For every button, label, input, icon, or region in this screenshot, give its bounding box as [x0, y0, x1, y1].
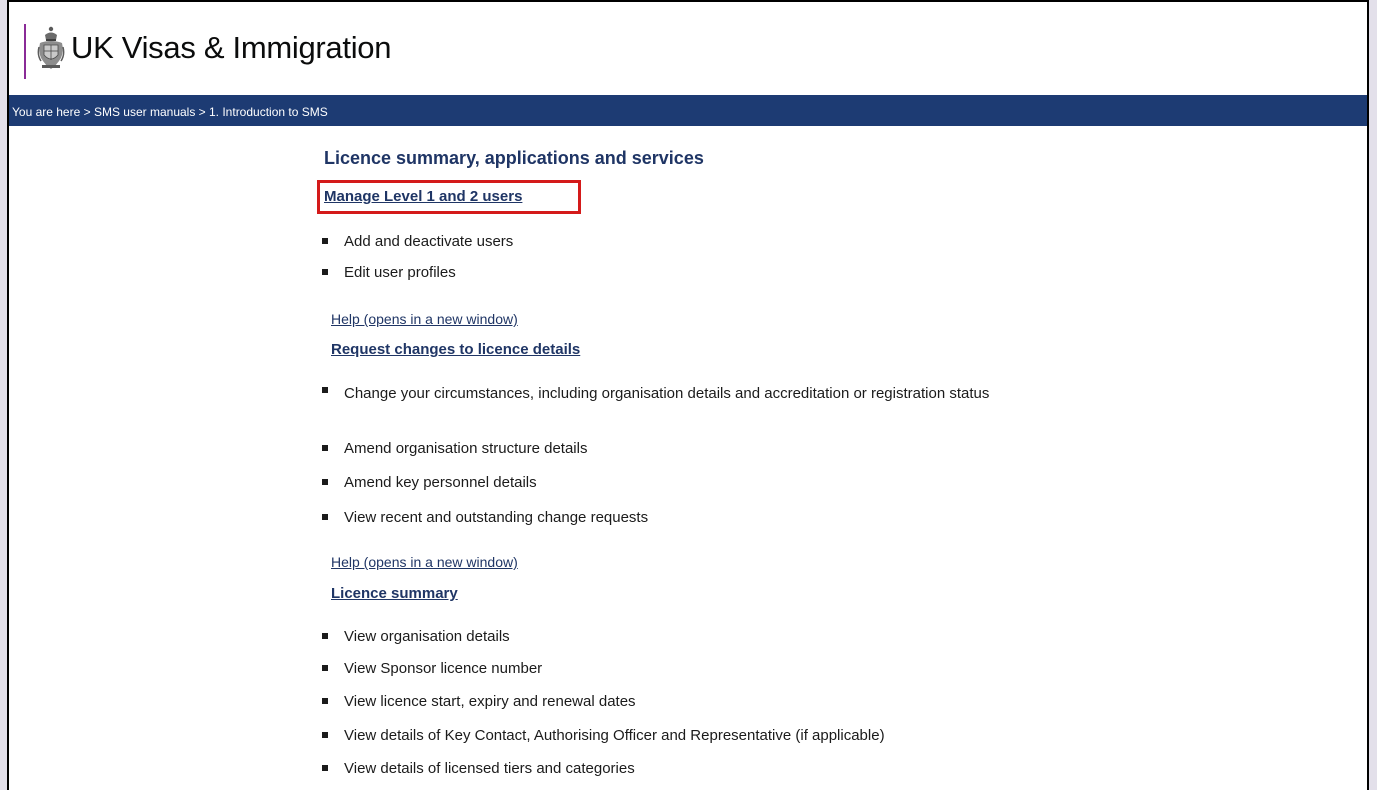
brand-bar	[24, 24, 26, 79]
request-changes-link[interactable]: Request changes to licence details	[331, 341, 580, 358]
bullet-icon	[322, 732, 328, 738]
site-header: UK Visas & Immigration	[9, 2, 1367, 94]
bullet-icon	[322, 514, 328, 520]
licence-summary-link[interactable]: Licence summary	[331, 585, 458, 602]
manage-users-link[interactable]: Manage Level 1 and 2 users	[324, 188, 522, 205]
bullet-icon	[322, 765, 328, 771]
bullet-icon	[322, 238, 328, 244]
help-link-manage-users[interactable]: Help (opens in a new window)	[331, 311, 518, 327]
help-link-request-changes[interactable]: Help (opens in a new window)	[331, 554, 518, 570]
site-title: UK Visas & Immigration	[71, 30, 392, 65]
page-title: Licence summary, applications and servic…	[324, 148, 704, 168]
bullet-icon	[322, 633, 328, 639]
royal-crest-icon	[37, 26, 65, 69]
bullet-icon	[322, 698, 328, 704]
bullet-icon	[322, 665, 328, 671]
bullet-icon	[322, 479, 328, 485]
bullet-icon	[322, 269, 328, 275]
breadcrumb: You are here > SMS user manuals > 1. Int…	[9, 95, 1367, 126]
bullet-icon	[322, 445, 328, 451]
breadcrumb-text: You are here > SMS user manuals > 1. Int…	[12, 105, 328, 119]
page-frame: UK Visas & Immigration You are here > SM…	[7, 0, 1369, 790]
bullet-icon	[322, 387, 328, 393]
